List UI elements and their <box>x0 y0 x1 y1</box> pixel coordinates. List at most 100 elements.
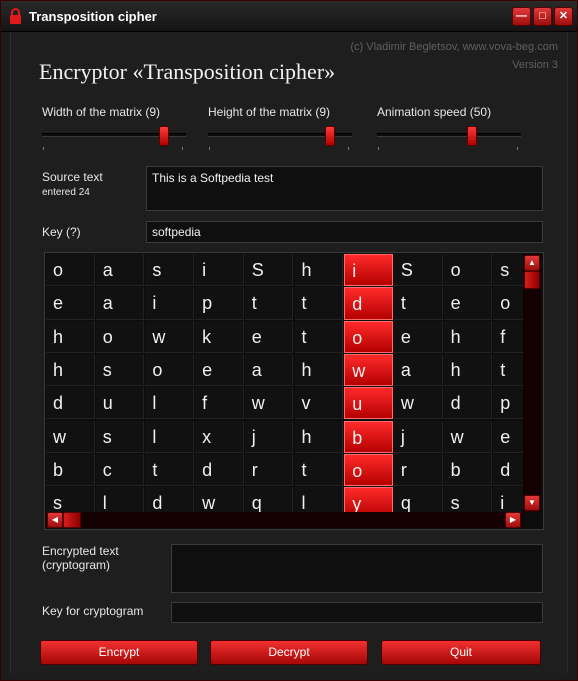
matrix-cell: h <box>443 320 493 353</box>
horizontal-scrollbar[interactable]: ◀ ▶ <box>46 512 523 528</box>
matrix-cell: i <box>493 487 523 512</box>
matrix-cell: q <box>244 487 294 512</box>
matrix-cell: s <box>46 487 95 512</box>
matrix-cell: S <box>244 254 294 287</box>
source-text-count: entered 24 <box>42 187 90 198</box>
matrix-cell: s <box>145 254 195 287</box>
matrix-cell: t <box>294 287 344 320</box>
horizontal-scroll-thumb[interactable] <box>63 512 81 528</box>
matrix-cell: x <box>195 420 244 453</box>
title-bar: Transposition cipher — □ ✕ <box>1 1 577 32</box>
matrix-cell: l <box>145 387 195 420</box>
matrix-cell: o <box>145 353 195 387</box>
matrix-cell: o <box>493 287 523 320</box>
lock-icon <box>10 8 21 24</box>
matrix-cell: e <box>393 320 443 353</box>
slider-tick <box>517 147 518 150</box>
matrix-cell: j <box>244 420 294 453</box>
matrix-cell: i <box>145 287 195 320</box>
scroll-down-button[interactable]: ▼ <box>524 495 540 511</box>
slider-tick <box>43 147 44 150</box>
matrix-cell: b <box>344 420 393 453</box>
matrix-cell: d <box>443 387 493 420</box>
matrix-cell: t <box>145 453 195 487</box>
matrix-cell: l <box>95 487 145 512</box>
version-text: Version 3 <box>512 59 558 71</box>
matrix-cell: w <box>195 487 244 512</box>
matrix-cell: e <box>244 320 294 353</box>
matrix-cell: b <box>443 453 493 487</box>
width-slider-thumb[interactable] <box>158 126 169 146</box>
arrow-left-icon: ◀ <box>51 515 59 524</box>
encrypted-text-label: Encrypted text (cryptogram) <box>42 544 119 572</box>
matrix-cell: b <box>46 453 95 487</box>
key-field[interactable]: softpedia <box>146 221 543 243</box>
height-slider-label: Height of the matrix (9) <box>208 105 331 119</box>
matrix-cell: h <box>46 320 95 353</box>
arrow-right-icon: ▶ <box>509 515 517 524</box>
matrix-cell: o <box>95 320 145 353</box>
matrix-cell: r <box>393 453 443 487</box>
matrix-cell: d <box>195 453 244 487</box>
copyright-text: (c) Vladimir Begletsov, www.vova-beg.com <box>350 41 558 53</box>
slider-tick <box>182 147 183 150</box>
key-label: Key (?) <box>42 225 81 239</box>
matrix-cell: w <box>244 387 294 420</box>
matrix-cell: j <box>393 420 443 453</box>
speed-slider-thumb[interactable] <box>466 126 477 146</box>
arrow-down-icon: ▼ <box>528 498 536 507</box>
arrow-up-icon: ▲ <box>528 258 536 267</box>
matrix-cell: o <box>46 254 95 287</box>
matrix-cell: f <box>493 320 523 353</box>
source-text-field[interactable]: This is a Softpedia test <box>146 166 543 211</box>
matrix-cell: h <box>46 353 95 387</box>
matrix-cell: h <box>294 353 344 387</box>
encrypt-button[interactable]: Encrypt <box>40 640 198 665</box>
matrix-cell: s <box>95 420 145 453</box>
matrix-cell: w <box>344 353 393 387</box>
close-icon: ✕ <box>558 10 569 22</box>
matrix-cell: s <box>95 353 145 387</box>
matrix-cell: t <box>393 287 443 320</box>
matrix-cell: t <box>294 320 344 353</box>
scroll-left-button[interactable]: ◀ <box>47 512 63 528</box>
cryptogram-key-field[interactable] <box>171 602 543 623</box>
matrix-cell: e <box>443 287 493 320</box>
maximize-icon: □ <box>539 10 546 22</box>
matrix-cell: e <box>493 420 523 453</box>
decrypt-button[interactable]: Decrypt <box>210 640 368 665</box>
matrix-cell: d <box>493 453 523 487</box>
matrix-cell: t <box>493 353 523 387</box>
scroll-up-button[interactable]: ▲ <box>524 255 540 271</box>
matrix-cell: h <box>294 420 344 453</box>
vertical-scrollbar[interactable]: ▲ ▼ <box>523 254 541 512</box>
scroll-right-button[interactable]: ▶ <box>505 512 521 528</box>
height-slider-thumb[interactable] <box>324 126 335 146</box>
matrix-cell: k <box>195 320 244 353</box>
vertical-scroll-thumb[interactable] <box>524 271 540 289</box>
matrix-cell: d <box>344 287 393 320</box>
matrix-cell: u <box>344 387 393 420</box>
matrix-cells: oasiShiSoseaipttdteohowketoehfhsoeahwaht… <box>46 254 523 512</box>
slider-tick <box>348 147 349 150</box>
speed-slider-label: Animation speed (50) <box>377 105 492 119</box>
page-title: Encryptor «Transposition cipher» <box>39 59 336 84</box>
minimize-button[interactable]: — <box>512 7 531 26</box>
window-title: Transposition cipher <box>29 9 157 24</box>
matrix-cell: a <box>393 353 443 387</box>
slider-tick <box>209 147 210 150</box>
encrypted-text-field[interactable] <box>171 544 543 593</box>
matrix-cell: i <box>195 254 244 287</box>
matrix-cell: d <box>145 487 195 512</box>
speed-slider-track[interactable] <box>377 133 521 137</box>
quit-button[interactable]: Quit <box>381 640 541 665</box>
matrix-cell: d <box>46 387 95 420</box>
matrix-cell: o <box>344 320 393 353</box>
minimize-icon: — <box>516 10 527 22</box>
matrix-cell: l <box>294 487 344 512</box>
maximize-button[interactable]: □ <box>533 7 552 26</box>
matrix-cell: r <box>244 453 294 487</box>
matrix-cell: o <box>344 453 393 487</box>
close-button[interactable]: ✕ <box>554 7 573 26</box>
matrix-cell: e <box>46 287 95 320</box>
